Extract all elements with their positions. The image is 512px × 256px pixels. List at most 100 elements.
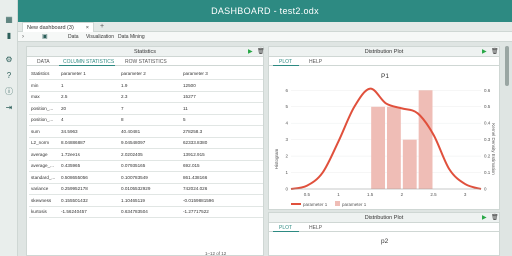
bar-chart-icon[interactable]: ▮	[4, 30, 14, 40]
tab-row-statistics[interactable]: ROW STATISTICS	[125, 59, 167, 65]
statistics-table: Statistics parameter 1 parameter 2 param…	[29, 68, 263, 218]
gear-icon[interactable]: ⚙	[4, 54, 14, 64]
distribution-plot-panel-2: Distribution Plot ▶ 🗑 PLOT HELP p2	[268, 212, 500, 256]
statistics-panel-header: Statistics ▶ 🗑	[27, 47, 265, 57]
active-tab-indicator	[273, 65, 299, 66]
scrollbar[interactable]	[505, 46, 509, 86]
y2-tick-label: 0.1	[484, 170, 491, 175]
table-cell: sum	[29, 125, 59, 138]
table-cell: 1.72ee1s	[59, 148, 119, 161]
dashboard-grid-icon[interactable]: ▦	[4, 14, 14, 24]
save-icon[interactable]: ▣	[42, 33, 50, 40]
y-tick-label: 5	[285, 104, 288, 109]
y2-tick-label: 0	[484, 187, 487, 192]
y-tick-label: 0	[285, 187, 288, 192]
table-cell: -1.56240457	[59, 206, 119, 218]
dashboard-tab-bar: New dashboard (3) × +	[18, 22, 512, 32]
x-tick-label: 1.5	[367, 192, 374, 197]
table-row: position_... 4 8 5	[29, 114, 263, 126]
table-cell: 20	[59, 102, 119, 115]
add-tab-button[interactable]: +	[100, 23, 104, 30]
table-row: kurtosis -1.56240457 0.634783504 -1.2771752…	[29, 206, 263, 218]
tab-help[interactable]: HELP	[309, 59, 322, 65]
table-row: L2_norm 8.04886887 9.04548097 62333.8380	[29, 137, 263, 149]
table-cell: 62333.8380	[181, 137, 263, 149]
table-cell: 9.04548097	[119, 137, 181, 149]
distribution-tabs: PLOT HELP	[269, 223, 499, 232]
table-cell: 2.3	[119, 91, 181, 103]
table-row: standard_... 0.508655056 0.100783549 861.43…	[29, 171, 263, 184]
run-icon[interactable]: ▶	[482, 48, 487, 55]
legend: parameter 1 parameter 1	[291, 201, 367, 207]
y2-tick-label: 0.2	[484, 154, 491, 159]
close-tab-icon[interactable]: ×	[86, 25, 89, 31]
table-cell: 1.9	[119, 79, 181, 92]
table-cell: -1.27717522	[181, 206, 263, 218]
column-header[interactable]: Statistics	[29, 68, 59, 80]
tab-label: New dashboard (3)	[27, 25, 74, 31]
table-cell: L2_norm	[29, 137, 59, 149]
table-cell: 0.0105532929	[119, 183, 181, 195]
trash-icon[interactable]: 🗑	[491, 48, 499, 55]
trash-icon[interactable]: 🗑	[491, 214, 499, 221]
table-cell: 1	[59, 79, 119, 92]
table-cell: 742024.026	[181, 183, 263, 195]
info-icon[interactable]: ⓘ	[4, 86, 14, 96]
table-cell: kurtosis	[29, 206, 59, 218]
table-cell: 5	[181, 114, 263, 126]
y2-axis-label: Kernel Density Estimation	[491, 123, 496, 175]
plot-title: p2	[381, 238, 389, 245]
distribution-panel-title: Distribution Plot	[364, 49, 404, 55]
tab-new-dashboard[interactable]: New dashboard (3) ×	[22, 22, 94, 32]
menu-data-mining[interactable]: Data Mining	[118, 34, 145, 40]
table-row: sum 34.5963 40.40481 278258.3	[29, 125, 263, 138]
table-cell: average_...	[29, 160, 59, 172]
help-icon[interactable]: ?	[4, 70, 14, 80]
menu-data[interactable]: Data	[68, 34, 79, 40]
table-cell: 861.438166	[181, 171, 263, 184]
histogram-bar	[387, 106, 401, 189]
tab-data[interactable]: DATA	[37, 59, 50, 65]
histogram-bar	[402, 139, 417, 189]
run-icon[interactable]: ▶	[248, 48, 253, 55]
y-tick-label: 1	[285, 170, 288, 175]
distribution-plot-panel: Distribution Plot ▶ 🗑 PLOT HELP P1 0.5 1 1…	[268, 46, 500, 210]
trash-icon[interactable]: 🗑	[257, 48, 265, 55]
column-header[interactable]: parameter 2	[119, 68, 181, 80]
table-cell: max	[29, 91, 59, 103]
table-cell: 40.40481	[119, 125, 181, 138]
legend-hist-label: parameter 1	[342, 202, 367, 207]
table-cell: 2.0202405	[119, 148, 181, 161]
table-cell: 12500	[181, 79, 263, 92]
table-cell: 278258.3	[181, 125, 263, 138]
app-title: DASHBOARD - test2.odx	[211, 6, 319, 16]
distribution-panel-header: Distribution Plot ▶ 🗑	[269, 213, 499, 223]
statistics-tabs: DATA COLUMN STATISTICS ROW STATISTICS	[27, 57, 263, 66]
table-cell: position_...	[29, 114, 59, 126]
table-row: position_... 20 7 11	[29, 102, 263, 115]
histogram-bar	[418, 90, 433, 189]
table-cell: 0.155501432	[59, 194, 119, 207]
tab-help[interactable]: HELP	[309, 225, 322, 231]
menu-bar: › ▣ Data Visualization Data Mining	[18, 32, 512, 42]
table-cell: skewness	[29, 194, 59, 207]
menu-visualization[interactable]: Visualization	[86, 34, 114, 40]
table-row: min 1 1.9 12500	[29, 79, 263, 92]
table-cell: 0.435965	[59, 160, 119, 172]
histogram-bar	[371, 106, 385, 189]
logout-icon[interactable]: ⇥	[4, 102, 14, 112]
kde-line	[290, 87, 482, 190]
x-tick-label: 2.5	[430, 192, 437, 197]
table-cell: 0.259952178	[59, 183, 119, 195]
table-cell: 2.5	[59, 91, 119, 103]
y-axis-label: Histogram	[274, 149, 279, 170]
table-cell: 34.5963	[59, 125, 119, 138]
table-cell: 8	[119, 114, 181, 126]
y2-tick-label: 0.4	[484, 121, 491, 126]
table-cell: 0.07935165	[119, 160, 181, 172]
chevron-right-icon[interactable]: ›	[22, 34, 24, 40]
column-header[interactable]: parameter 1	[59, 68, 119, 80]
column-header[interactable]: parameter 3	[181, 68, 263, 80]
table-cell: 4	[59, 114, 119, 126]
run-icon[interactable]: ▶	[482, 214, 487, 221]
